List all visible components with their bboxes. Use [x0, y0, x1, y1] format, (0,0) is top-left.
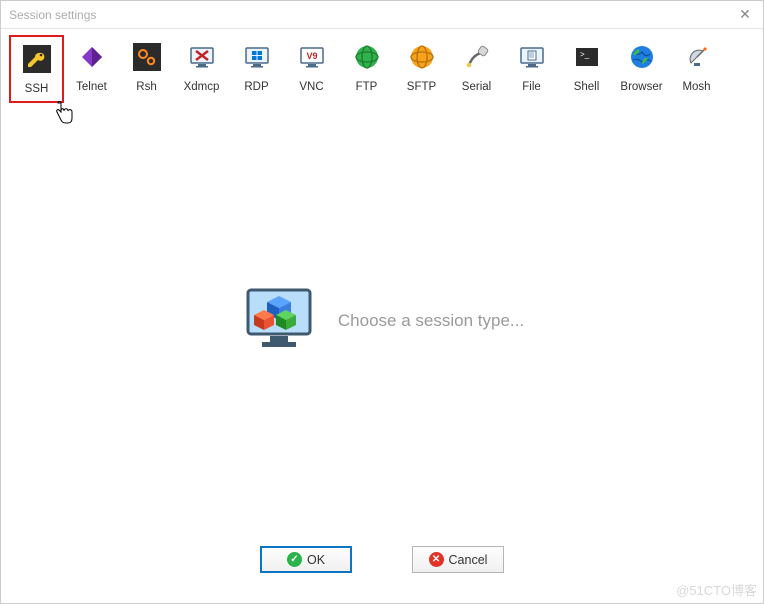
monitor-cubes-icon	[240, 282, 318, 360]
session-type-browser[interactable]: Browser	[614, 35, 669, 103]
session-type-serial[interactable]: Serial	[449, 35, 504, 103]
session-type-label: Rsh	[136, 81, 156, 93]
session-settings-window: Session settings ✕ SSH Telnet Rsh	[0, 0, 764, 604]
session-type-xdmcp[interactable]: Xdmcp	[174, 35, 229, 103]
session-type-rdp[interactable]: RDP	[229, 35, 284, 103]
satellite-dish-icon	[683, 43, 711, 71]
session-type-vnc[interactable]: V9 VNC	[284, 35, 339, 103]
cancel-button[interactable]: ✕ Cancel	[412, 546, 504, 573]
check-icon: ✓	[287, 552, 302, 567]
session-type-toolbar: SSH Telnet Rsh Xdmcp RDP	[1, 29, 763, 105]
session-type-telnet[interactable]: Telnet	[64, 35, 119, 103]
vnc-monitor-icon: V9	[298, 43, 326, 71]
session-type-label: Xdmcp	[184, 81, 220, 93]
watermark: @51CTO博客	[676, 580, 757, 599]
ok-label: OK	[307, 553, 325, 567]
session-type-label: Serial	[462, 81, 491, 93]
gears-icon	[133, 43, 161, 71]
placeholder-text: Choose a session type...	[338, 311, 524, 331]
window-title: Session settings	[9, 8, 735, 22]
diamond-icon	[78, 43, 106, 71]
key-icon	[23, 45, 51, 73]
cancel-label: Cancel	[449, 553, 488, 567]
session-type-label: Browser	[620, 81, 662, 93]
session-type-ssh[interactable]: SSH	[9, 35, 64, 103]
session-type-sftp[interactable]: SFTP	[394, 35, 449, 103]
serial-cable-icon	[463, 43, 491, 71]
session-type-label: SSH	[25, 83, 49, 95]
session-type-label: Shell	[574, 81, 600, 93]
globe-green-icon	[353, 43, 381, 71]
session-type-label: Telnet	[76, 81, 107, 93]
session-type-ftp[interactable]: FTP	[339, 35, 394, 103]
session-type-label: VNC	[299, 81, 323, 93]
close-icon[interactable]: ✕	[735, 5, 755, 25]
terminal-icon: >_	[573, 43, 601, 71]
session-type-label: RDP	[244, 81, 268, 93]
session-type-rsh[interactable]: Rsh	[119, 35, 174, 103]
session-type-label: FTP	[356, 81, 378, 93]
x-monitor-icon	[188, 43, 216, 71]
session-type-shell[interactable]: >_ Shell	[559, 35, 614, 103]
svg-text:V9: V9	[306, 51, 317, 61]
ok-button[interactable]: ✓ OK	[260, 546, 352, 573]
globe-orange-icon	[408, 43, 436, 71]
windows-monitor-icon	[243, 43, 271, 71]
cross-icon: ✕	[429, 552, 444, 567]
footer: ✓ OK ✕ Cancel	[1, 536, 763, 603]
content-area: Choose a session type...	[1, 105, 763, 536]
globe-blue-icon	[628, 43, 656, 71]
svg-text:>_: >_	[580, 50, 590, 59]
session-type-label: File	[522, 81, 541, 93]
titlebar: Session settings ✕	[1, 1, 763, 29]
session-type-label: SFTP	[407, 81, 436, 93]
session-type-file[interactable]: File	[504, 35, 559, 103]
session-type-label: Mosh	[682, 81, 710, 93]
session-type-mosh[interactable]: Mosh	[669, 35, 724, 103]
file-monitor-icon	[518, 43, 546, 71]
